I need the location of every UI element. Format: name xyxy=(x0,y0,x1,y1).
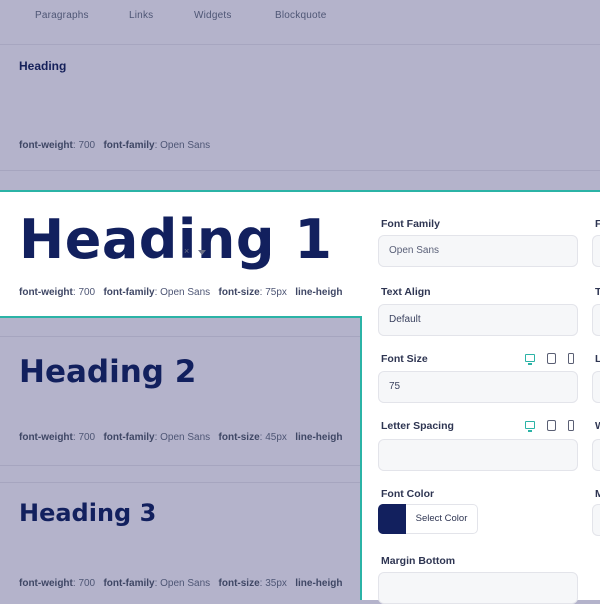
font-size-input[interactable]: 75 xyxy=(378,371,578,403)
tab-paragraphs[interactable]: Paragraphs xyxy=(35,10,89,21)
section-title-heading: Heading xyxy=(19,59,67,73)
select-color-button[interactable]: Select Color xyxy=(406,504,478,534)
font-family-label: Font Family xyxy=(381,218,440,230)
divider xyxy=(0,482,360,483)
heading-3-preview[interactable]: Heading 3 xyxy=(19,495,156,531)
font-family-select[interactable]: Open Sans xyxy=(378,235,578,267)
letter-spacing-input[interactable] xyxy=(378,439,578,471)
edge-field[interactable] xyxy=(592,439,600,471)
heading-2-preview[interactable]: Heading 2 xyxy=(19,350,196,394)
heading-2-meta: font-weight: 700 font-family: Open Sans … xyxy=(19,432,343,443)
chevron-down-icon[interactable] xyxy=(198,250,206,255)
edge-field[interactable] xyxy=(592,235,600,267)
margin-bottom-label: Margin Bottom xyxy=(381,555,456,567)
edge-field[interactable] xyxy=(592,504,600,536)
tab-bar: Paragraphs Links Widgets Blockquote xyxy=(0,0,600,45)
edge-field[interactable] xyxy=(592,304,600,336)
heading-3-meta: font-weight: 700 font-family: Open Sans … xyxy=(19,578,343,589)
margin-bottom-input[interactable] xyxy=(378,572,578,604)
tablet-icon[interactable] xyxy=(547,353,556,364)
edge-label: L xyxy=(595,353,600,365)
tab-links[interactable]: Links xyxy=(129,10,153,21)
divider xyxy=(0,336,360,337)
divider xyxy=(0,465,360,466)
edge-label: W xyxy=(595,420,600,432)
edge-label: T xyxy=(595,286,600,298)
color-swatch[interactable] xyxy=(378,504,406,534)
letter-spacing-label: Letter Spacing xyxy=(381,420,454,432)
edge-label: M xyxy=(595,488,600,500)
clear-icon[interactable]: × xyxy=(184,246,189,256)
font-color-label: Font Color xyxy=(381,488,435,500)
tablet-icon[interactable] xyxy=(547,420,556,431)
mobile-icon[interactable] xyxy=(568,420,574,431)
selection-border xyxy=(0,316,362,318)
text-align-select[interactable]: Default xyxy=(378,304,578,336)
divider xyxy=(0,170,600,171)
desktop-icon[interactable] xyxy=(525,354,535,365)
heading-1-preview[interactable]: Heading 1 xyxy=(19,208,332,272)
font-size-label: Font Size xyxy=(381,353,428,365)
desktop-icon[interactable] xyxy=(525,421,535,432)
heading-1-meta: font-weight: 700 font-family: Open Sans … xyxy=(19,287,343,298)
tab-widgets[interactable]: Widgets xyxy=(194,10,232,21)
heading-meta: font-weight: 700 font-family: Open Sans xyxy=(19,140,211,151)
edge-field[interactable] xyxy=(592,371,600,403)
mobile-icon[interactable] xyxy=(568,353,574,364)
text-align-label: Text Align xyxy=(381,286,431,298)
tab-blockquote[interactable]: Blockquote xyxy=(275,10,326,21)
edge-label: F xyxy=(595,218,600,230)
